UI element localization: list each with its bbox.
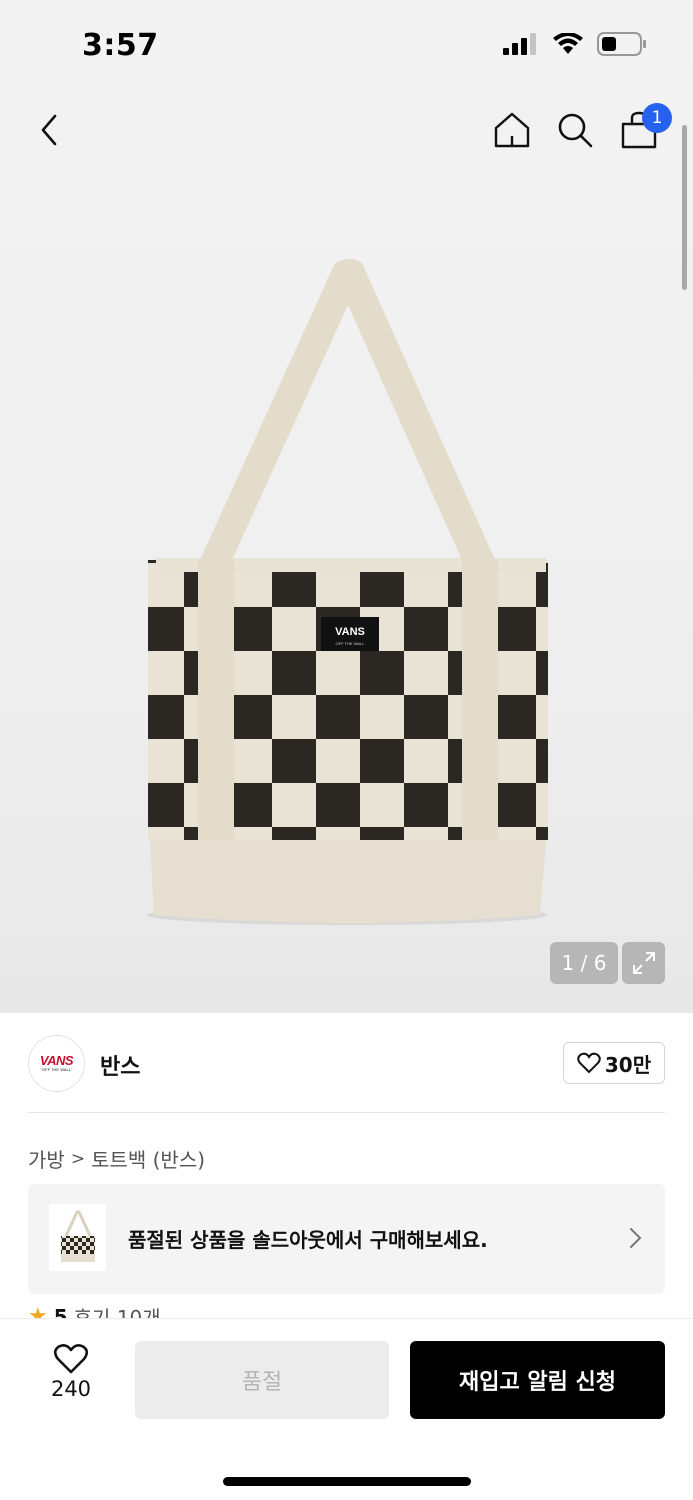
- brand-like-count: 30만: [604, 1052, 652, 1077]
- wishlist-button[interactable]: 240: [38, 1343, 104, 1401]
- search-icon: [558, 113, 593, 148]
- restock-alert-button[interactable]: 재입고 알림 신청: [410, 1341, 665, 1419]
- top-navigation: 1: [0, 100, 693, 160]
- product-brand-tagline: OFF THE WALL: [336, 641, 366, 646]
- chevron-left-icon: [41, 114, 57, 146]
- soldout-banner[interactable]: 품절된 상품을 솔드아웃에서 구매해보세요.: [28, 1184, 665, 1294]
- home-icon: [494, 112, 530, 148]
- breadcrumb: 가방 > 토트백 (반스): [28, 1144, 205, 1173]
- status-time: 3:57: [82, 28, 159, 63]
- brand-logo-subtext: "OFF THE WALL": [40, 1066, 73, 1072]
- breadcrumb-subcategory[interactable]: 토트백 (반스): [91, 1144, 205, 1173]
- home-button[interactable]: [482, 100, 542, 160]
- back-button[interactable]: [20, 100, 80, 160]
- wifi-icon: [553, 33, 583, 54]
- cart-button[interactable]: 1: [609, 100, 672, 160]
- chevron-right-icon: [630, 1228, 642, 1248]
- brand-name[interactable]: 반스: [100, 1049, 140, 1081]
- soldout-banner-arrow: [627, 1226, 643, 1254]
- image-counter: 1 / 6: [550, 942, 618, 984]
- soldout-product-thumbnail: [49, 1204, 106, 1271]
- status-bar: 3:57: [0, 0, 693, 92]
- heart-icon: [53, 1344, 89, 1374]
- breadcrumb-category[interactable]: 가방: [28, 1144, 65, 1173]
- product-brand-label: VANS: [335, 626, 365, 638]
- soldout-button[interactable]: 품절: [135, 1341, 389, 1419]
- home-indicator[interactable]: [223, 1477, 471, 1486]
- product-image: VANS OFF THE WALL: [140, 255, 555, 935]
- brand-like-button[interactable]: 30만: [563, 1042, 665, 1084]
- brand-logo[interactable]: VANS "OFF THE WALL": [28, 1035, 85, 1092]
- brand-row[interactable]: VANS "OFF THE WALL" 반스 30만: [28, 1013, 665, 1113]
- cellular-signal-icon: [503, 33, 536, 55]
- search-button[interactable]: [545, 100, 605, 160]
- expand-image-button[interactable]: [622, 942, 665, 984]
- brand-logo-text: VANS: [39, 1052, 74, 1068]
- expand-icon: [632, 952, 655, 974]
- breadcrumb-separator: >: [70, 1148, 86, 1169]
- heart-icon: [577, 1052, 601, 1074]
- wishlist-count: 240: [50, 1377, 92, 1401]
- battery-icon: [597, 32, 646, 56]
- cart-badge: 1: [642, 103, 672, 133]
- soldout-banner-text: 품절된 상품을 솔드아웃에서 구매해보세요.: [128, 1228, 488, 1252]
- bottom-action-bar: 240 품절 재입고 알림 신청: [0, 1318, 693, 1500]
